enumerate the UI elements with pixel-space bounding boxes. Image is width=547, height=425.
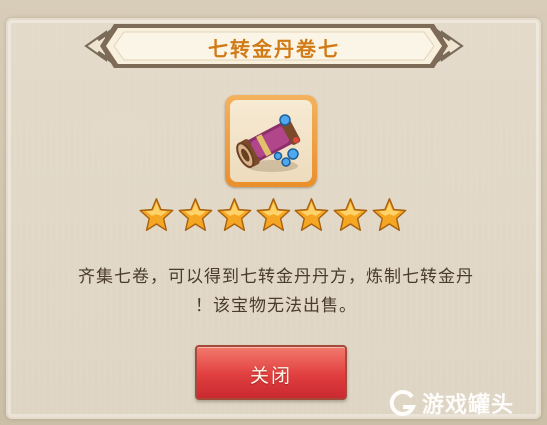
watermark-logo-icon bbox=[389, 389, 416, 416]
scroll-icon bbox=[236, 114, 301, 172]
star-icon bbox=[294, 198, 329, 232]
star-icon bbox=[139, 198, 174, 232]
watermark: 游戏罐头 bbox=[388, 385, 514, 421]
item-icon-frame bbox=[225, 95, 317, 187]
star-icon bbox=[178, 198, 213, 232]
dialog-title: 七转金丹卷七 bbox=[208, 37, 340, 61]
title-banner: 七转金丹卷七 bbox=[84, 18, 464, 74]
star-icon bbox=[256, 198, 290, 232]
description-line-2: ！该宝物无法出售。 bbox=[195, 296, 357, 316]
close-button[interactable]: 关闭 bbox=[195, 345, 347, 400]
star-icon bbox=[333, 198, 368, 232]
star-rating bbox=[138, 197, 408, 233]
star-icon bbox=[372, 198, 407, 232]
watermark-text: 游戏罐头 bbox=[422, 393, 515, 418]
item-description: 齐集七卷，可以得到七转金丹丹方，炼制七转金丹 ！该宝物无法出售。 bbox=[28, 263, 524, 321]
star-icon bbox=[217, 198, 252, 232]
description-line-1: 齐集七卷，可以得到七转金丹丹方，炼制七转金丹 bbox=[78, 267, 474, 287]
close-button-label: 关闭 bbox=[249, 365, 292, 387]
